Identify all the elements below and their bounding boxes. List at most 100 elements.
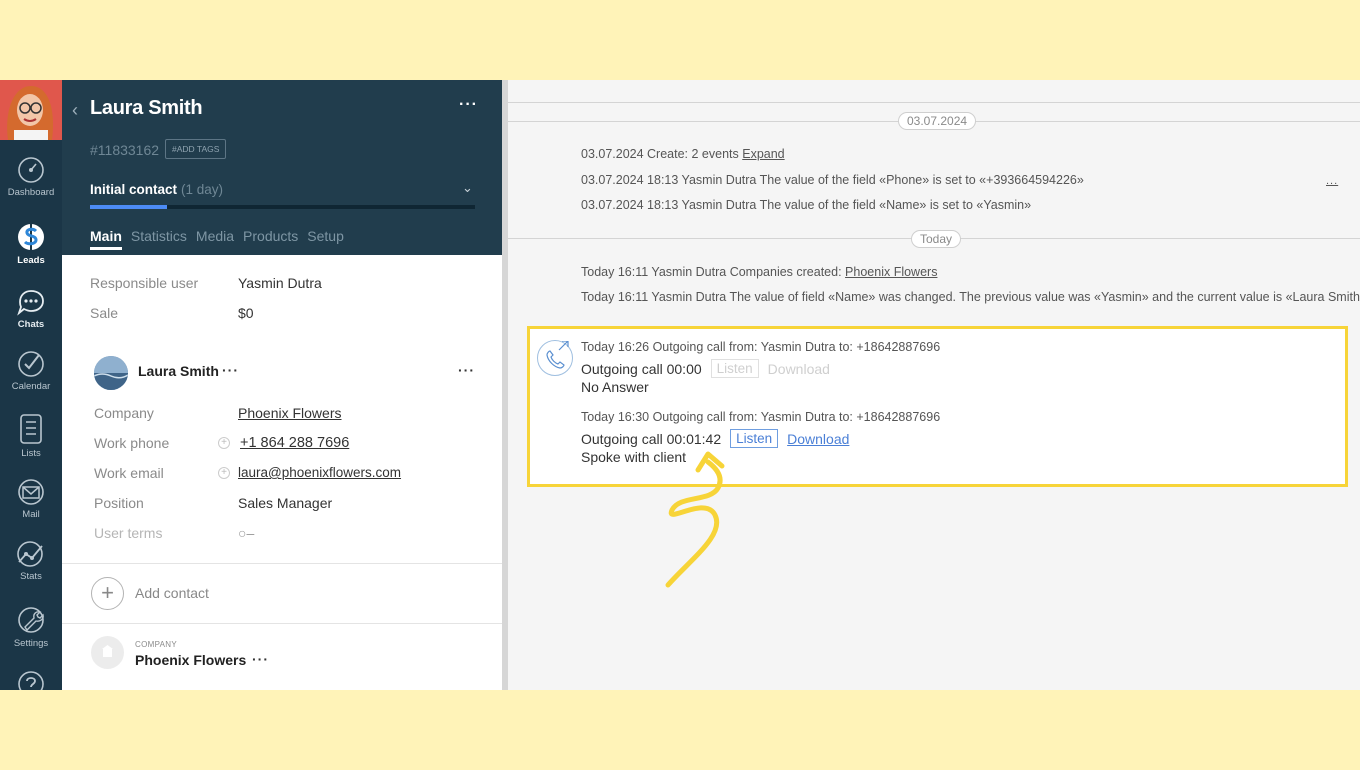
feed-event: 03.07.2024 Create: 2 events Expand: [581, 147, 785, 161]
expand-link[interactable]: Expand: [742, 147, 784, 161]
field-label: Work phone: [94, 435, 170, 451]
company-name[interactable]: Phoenix Flowers: [135, 652, 246, 668]
field-label: Work email: [94, 465, 164, 481]
back-chevron-icon[interactable]: ‹: [72, 100, 78, 121]
user-avatar[interactable]: [0, 80, 62, 140]
add-phone-icon[interactable]: +: [218, 437, 230, 449]
download-link[interactable]: Download: [787, 431, 849, 447]
call-title: Outgoing call 00:00: [581, 361, 702, 377]
leads-icon: [18, 224, 44, 250]
stage-chevron-down-icon[interactable]: ⌄: [462, 180, 473, 196]
nav-item-leads[interactable]: Leads: [0, 220, 62, 266]
company-more-menu[interactable]: ···: [252, 651, 269, 667]
event-text: 03.07.2024 18:13 Yasmin Dutra The value …: [581, 198, 1032, 212]
nav-item-dashboard[interactable]: Dashboard: [0, 156, 62, 198]
feed-event: 03.07.2024 18:13 Yasmin Dutra The value …: [581, 173, 1084, 187]
calendar-icon: [18, 351, 44, 377]
dashboard-icon: [18, 157, 44, 183]
event-text: 03.07.2024 Create: 2 events: [581, 147, 743, 161]
call-entry: Outgoing call 00:00 Listen Download: [581, 359, 830, 378]
nav-label-lists: Lists: [21, 448, 41, 459]
company-link[interactable]: Phoenix Flowers: [238, 405, 342, 421]
settings-icon: [18, 607, 44, 633]
help-icon: [18, 671, 44, 690]
field-label: Company: [94, 405, 154, 421]
download-link[interactable]: Download: [768, 361, 830, 377]
divider: [508, 102, 1360, 103]
main-nav: Dashboard Leads Chats Calendar Lists Mai…: [0, 80, 62, 690]
call-result: No Answer: [581, 379, 649, 395]
nav-item-calendar[interactable]: Calendar: [0, 350, 62, 392]
nav-label-settings: Settings: [13, 638, 49, 649]
nav-item-settings[interactable]: Settings: [0, 605, 62, 649]
nav-item-chats[interactable]: Chats: [0, 288, 62, 330]
pipeline-stage[interactable]: Initial contact (1 day): [90, 182, 223, 197]
field-label: Position: [94, 495, 144, 511]
company-link[interactable]: Phoenix Flowers: [845, 265, 937, 279]
stats-icon: [17, 541, 43, 567]
lead-id: #11833162: [90, 142, 160, 158]
event-text: Today 16:11 Yasmin Dutra Companies creat…: [581, 265, 846, 279]
stage-duration: (1 day): [181, 182, 224, 197]
add-contact-button[interactable]: Add contact: [135, 585, 209, 601]
pipeline-progress-fill: [90, 205, 167, 209]
feed-more-link[interactable]: ...: [1326, 175, 1338, 187]
event-text: Today 16:11 Yasmin Dutra The value of fi…: [581, 290, 1360, 304]
nav-label-stats: Stats: [20, 571, 42, 582]
lead-card: ‹ Laura Smith ··· #11833162 #ADD TAGS In…: [62, 80, 502, 690]
pipeline-progress-bar: [90, 205, 475, 209]
lead-more-menu[interactable]: ···: [459, 96, 478, 114]
field-value[interactable]: $0: [238, 305, 254, 321]
stage-name: Initial contact: [90, 182, 178, 197]
nav-item-help[interactable]: [0, 670, 62, 690]
tab-products[interactable]: Products: [243, 228, 298, 250]
company-section-label: COMPANY: [135, 640, 177, 649]
work-phone-link[interactable]: +1 864 288 7696: [240, 435, 349, 451]
card-tabs: Main Statistics Media Products Setup: [90, 228, 353, 250]
listen-button[interactable]: Listen: [710, 359, 759, 378]
lists-icon: [20, 414, 42, 444]
field-value[interactable]: Sales Manager: [238, 495, 332, 511]
add-contact-plus-icon[interactable]: +: [91, 577, 124, 610]
crm-app: Dashboard Leads Chats Calendar Lists Mai…: [0, 80, 1360, 690]
nav-label-leads: Leads: [17, 255, 45, 266]
nav-item-stats[interactable]: Stats: [0, 540, 62, 582]
contact-name[interactable]: Laura Smith: [138, 363, 219, 379]
nav-item-lists[interactable]: Lists: [0, 413, 62, 459]
nav-label-mail: Mail: [22, 509, 40, 520]
contact-avatar[interactable]: [94, 356, 128, 390]
date-separator: 03.07.2024: [898, 112, 977, 130]
divider: [62, 563, 502, 564]
call-meta: Today 16:26 Outgoing call from: Yasmin D…: [581, 340, 941, 354]
mail-icon: [18, 479, 44, 505]
event-text: 03.07.2024 18:13 Yasmin Dutra The value …: [581, 173, 1084, 187]
nav-label-dashboard: Dashboard: [7, 187, 55, 198]
chats-icon: [17, 290, 44, 316]
nav-item-mail[interactable]: Mail: [0, 478, 62, 520]
add-tags-button[interactable]: #ADD TAGS: [165, 139, 227, 159]
add-email-icon[interactable]: +: [218, 467, 230, 479]
activity-feed: 03.07.2024 03.07.2024 Create: 2 events E…: [508, 80, 1360, 690]
field-label: User terms: [94, 525, 163, 541]
date-separator: Today: [911, 230, 962, 248]
outgoing-call-icon: [537, 340, 573, 376]
nav-label-calendar: Calendar: [11, 381, 51, 392]
field-label: Responsible user: [90, 275, 199, 291]
arrow-annotation: [665, 451, 725, 588]
tab-setup[interactable]: Setup: [307, 228, 344, 250]
lead-card-header: ‹ Laura Smith ··· #11833162 #ADD TAGS In…: [62, 80, 502, 255]
company-icon: [91, 636, 124, 669]
field-value[interactable]: Yasmin Dutra: [238, 275, 322, 291]
tab-statistics[interactable]: Statistics: [131, 228, 187, 250]
contact-more-menu[interactable]: ···: [222, 362, 239, 378]
contact-options-menu[interactable]: ···: [458, 362, 475, 378]
feed-event: 03.07.2024 18:13 Yasmin Dutra The value …: [581, 198, 1031, 212]
lead-name[interactable]: Laura Smith: [90, 97, 203, 120]
feed-event: Today 16:11 Yasmin Dutra The value of fi…: [581, 290, 1360, 304]
tab-main[interactable]: Main: [90, 228, 122, 250]
tab-media[interactable]: Media: [196, 228, 234, 250]
feed-event: Today 16:11 Yasmin Dutra Companies creat…: [581, 265, 937, 279]
work-email-link[interactable]: laura@phoenixflowers.com: [238, 465, 401, 480]
field-label: Sale: [90, 305, 119, 321]
user-terms-toggle[interactable]: ○–: [238, 525, 254, 541]
